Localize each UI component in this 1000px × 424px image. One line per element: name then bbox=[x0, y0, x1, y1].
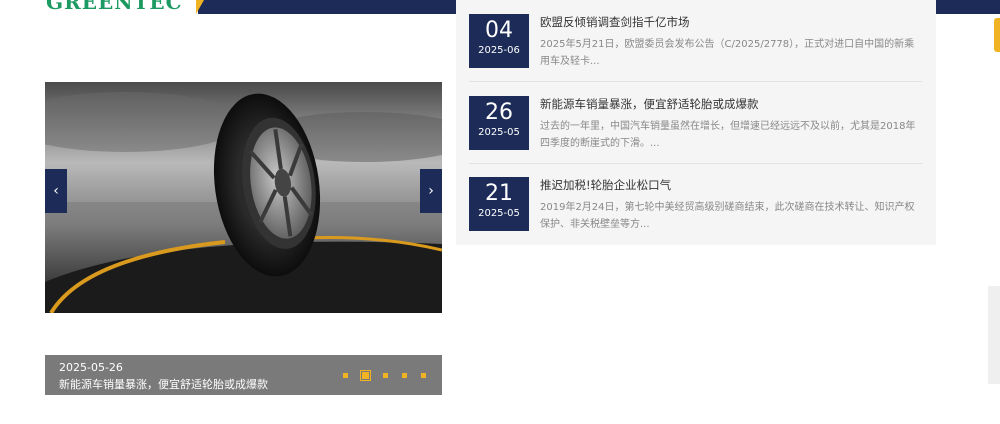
news-year-month: 2025-06 bbox=[478, 45, 520, 56]
news-day: 21 bbox=[485, 181, 513, 206]
news-year-month: 2025-05 bbox=[478, 208, 520, 219]
news-date-box: 26 2025-05 bbox=[469, 96, 529, 150]
brand-logo[interactable]: GREENTEC bbox=[46, 0, 183, 14]
news-day: 04 bbox=[485, 18, 513, 43]
chevron-right-icon: › bbox=[428, 183, 434, 199]
image-slider[interactable]: ‹ › bbox=[45, 82, 442, 313]
scrollbar-track[interactable] bbox=[988, 286, 1000, 384]
slide-caption-date: 2025-05-26 bbox=[59, 361, 123, 374]
news-divider bbox=[469, 163, 922, 164]
slider-dot-2[interactable] bbox=[362, 372, 369, 379]
slider-dot-4[interactable] bbox=[402, 373, 407, 378]
news-title[interactable]: 推迟加税!轮胎企业松口气 bbox=[540, 177, 671, 193]
news-date-box: 04 2025-06 bbox=[469, 14, 529, 68]
news-list: 04 2025-06 欧盟反倾销调查剑指千亿市场 2025年5月21日，欧盟委员… bbox=[456, 0, 936, 245]
news-excerpt: 2019年2月24日，第七轮中美经贸高级别磋商结束，此次磋商在技术转让、知识产权… bbox=[540, 202, 915, 230]
slide-caption[interactable]: 2025-05-26 新能源车销量暴涨，便宜舒适轮胎或成爆款 bbox=[45, 355, 442, 395]
slide-caption-title[interactable]: 新能源车销量暴涨，便宜舒适轮胎或成爆款 bbox=[59, 376, 268, 392]
slider-next-button[interactable]: › bbox=[420, 169, 442, 213]
news-title[interactable]: 新能源车销量暴涨，便宜舒适轮胎或成爆款 bbox=[540, 96, 759, 112]
gold-accent-stripe bbox=[196, 0, 204, 14]
side-float-tab[interactable] bbox=[994, 18, 1000, 52]
slider-prev-button[interactable]: ‹ bbox=[45, 169, 67, 213]
news-day: 26 bbox=[485, 100, 513, 125]
news-title[interactable]: 欧盟反倾销调查剑指千亿市场 bbox=[540, 14, 690, 30]
news-excerpt: 过去的一年里，中国汽车销量虽然在增长，但增速已经远远不及以前，尤其是2018年四… bbox=[540, 121, 916, 149]
slider-pagination bbox=[343, 372, 426, 379]
news-year-month: 2025-05 bbox=[478, 127, 520, 138]
news-divider bbox=[469, 81, 922, 82]
slider-dot-5[interactable] bbox=[421, 373, 426, 378]
news-excerpt: 2025年5月21日，欧盟委员会发布公告（C/2025/2778），正式对进口自… bbox=[540, 39, 915, 67]
slider-dot-1[interactable] bbox=[343, 373, 348, 378]
chevron-left-icon: ‹ bbox=[53, 183, 59, 199]
slide-image-tire[interactable] bbox=[45, 82, 442, 313]
news-date-box: 21 2025-05 bbox=[469, 177, 529, 231]
slider-dot-3[interactable] bbox=[383, 373, 388, 378]
